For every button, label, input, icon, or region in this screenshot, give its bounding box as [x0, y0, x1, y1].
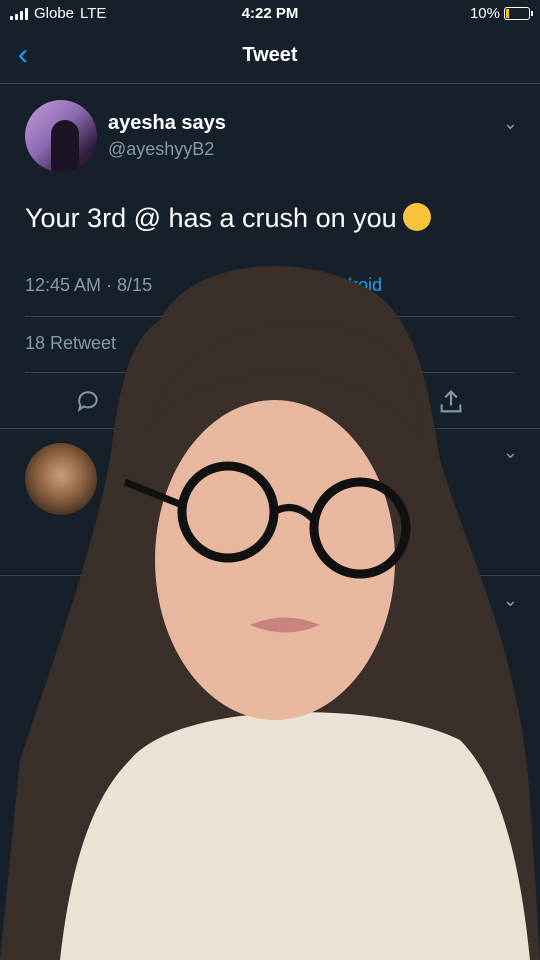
green-screen-overlay: [0, 266, 540, 960]
